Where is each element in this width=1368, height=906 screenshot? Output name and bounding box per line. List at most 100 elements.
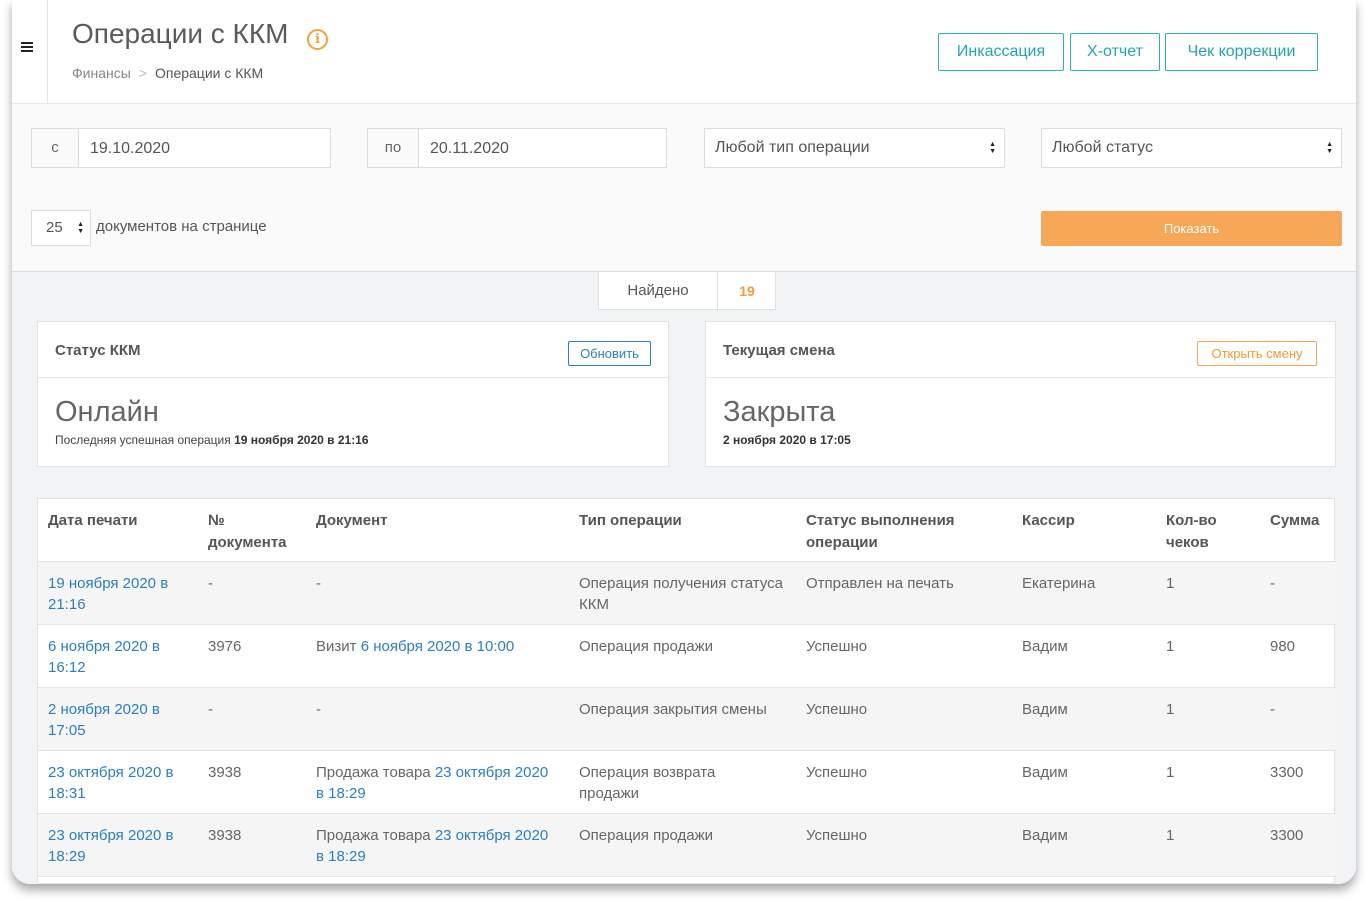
row-doc-number: 3976 bbox=[208, 638, 242, 655]
operation-type-value: Любой тип операции bbox=[715, 139, 870, 156]
date-to-prefix: по bbox=[368, 129, 419, 167]
row-document: - bbox=[316, 573, 566, 594]
select-arrows-icon: ▲ ▼ bbox=[989, 141, 996, 155]
date-to-field[interactable]: по 20.11.2020 bbox=[367, 128, 667, 168]
info-icon[interactable]: i bbox=[307, 29, 328, 50]
row-sum: 980 bbox=[1270, 638, 1296, 655]
row-doc-number: 3938 bbox=[208, 827, 242, 844]
x-report-button[interactable]: X-отчет bbox=[1070, 33, 1160, 71]
row-check-count: 1 bbox=[1166, 638, 1175, 655]
date-from-value[interactable]: 19.10.2020 bbox=[90, 129, 170, 169]
row-document-prefix: - bbox=[316, 701, 321, 718]
table-row[interactable]: 23 октября 2020 в 18:29 3938 Продажа тов… bbox=[38, 814, 1336, 877]
col-doc-number[interactable]: № документа bbox=[208, 510, 303, 554]
card-title: Статус ККМ bbox=[55, 342, 141, 359]
row-print-date[interactable]: 2 ноября 2020 в 17:05 bbox=[48, 699, 198, 741]
app-window: Операции с ККМ i Финансы > Операции с ККМ … bbox=[12, 0, 1356, 884]
table-header: Дата печати № документа Документ Тип опе… bbox=[38, 499, 1336, 562]
current-shift-card: Текущая смена Открыть смену Закрыта 2 но… bbox=[705, 321, 1336, 467]
content-area: Найдено 19 Статус ККМ Обновить Онлайн По… bbox=[12, 272, 1356, 884]
show-button[interactable]: Показать bbox=[1041, 211, 1342, 246]
row-operation-type: Операция возврата продажи bbox=[579, 764, 716, 802]
col-sum[interactable]: Сумма bbox=[1270, 510, 1330, 532]
row-check-count: 1 bbox=[1166, 764, 1175, 781]
open-shift-button[interactable]: Открыть смену bbox=[1197, 341, 1317, 366]
row-status: Успешно bbox=[806, 827, 868, 844]
card-title: Текущая смена bbox=[723, 342, 835, 359]
found-counter: Найдено 19 bbox=[598, 272, 776, 310]
row-operation-type: Операция закрытия смены bbox=[579, 701, 767, 718]
found-label: Найдено bbox=[599, 272, 718, 309]
table-row[interactable]: 23 октября 2020 в 18:31 3938 Продажа тов… bbox=[38, 751, 1336, 814]
incasso-button[interactable]: Инкассация bbox=[938, 33, 1064, 71]
select-arrows-icon: ▲ ▼ bbox=[1326, 141, 1333, 155]
col-check-count[interactable]: Кол-во чеков bbox=[1166, 510, 1246, 554]
row-document-prefix: Продажа товара bbox=[316, 827, 431, 844]
row-cashier: Вадим bbox=[1022, 638, 1068, 655]
row-document-prefix: - bbox=[316, 575, 321, 592]
row-operation-type: Операция продажи bbox=[579, 827, 714, 844]
per-page-value: 25 bbox=[46, 219, 63, 236]
col-status[interactable]: Статус выполнения операции bbox=[806, 510, 996, 554]
row-sum: 3300 bbox=[1270, 764, 1304, 781]
row-doc-number: - bbox=[208, 575, 213, 592]
row-print-date[interactable]: 23 октября 2020 в 18:31 bbox=[48, 762, 198, 804]
row-doc-number: 3938 bbox=[208, 764, 242, 781]
row-cashier: Екатерина bbox=[1022, 575, 1096, 592]
breadcrumb-root[interactable]: Финансы bbox=[72, 65, 131, 81]
table-row[interactable]: 2 ноября 2020 в 17:05 - - Операция закры… bbox=[38, 688, 1336, 751]
menu-column bbox=[12, 0, 48, 104]
correction-check-button[interactable]: Чек коррекции bbox=[1165, 33, 1318, 71]
row-status: Отправлен на печать bbox=[806, 575, 954, 592]
kkm-status-card: Статус ККМ Обновить Онлайн Последняя усп… bbox=[37, 321, 669, 467]
row-status: Успешно bbox=[806, 638, 868, 655]
col-cashier[interactable]: Кассир bbox=[1022, 510, 1142, 532]
row-print-date[interactable]: 23 октября 2020 в 18:29 bbox=[48, 825, 198, 867]
filters-panel: с 19.10.2020 по 20.11.2020 Любой тип опе… bbox=[12, 104, 1356, 272]
kkm-state: Онлайн bbox=[55, 396, 159, 428]
row-sum: - bbox=[1270, 575, 1275, 592]
row-print-date[interactable]: 19 ноября 2020 в 21:16 bbox=[48, 573, 198, 615]
kkm-last-operation: Последняя успешная операция 19 ноября 20… bbox=[55, 433, 369, 447]
date-from-field[interactable]: с 19.10.2020 bbox=[31, 128, 331, 168]
row-cashier: Вадим bbox=[1022, 701, 1068, 718]
page-header: Операции с ККМ i Финансы > Операции с ККМ … bbox=[12, 0, 1356, 104]
row-document: Продажа товара 23 октября 2020 в 18:29 bbox=[316, 825, 556, 867]
card-header: Статус ККМ Обновить bbox=[38, 322, 668, 378]
shift-date: 2 ноября 2020 в 17:05 bbox=[723, 433, 851, 447]
row-document-prefix: Продажа товара bbox=[316, 764, 431, 781]
page-title: Операции с ККМ bbox=[72, 18, 289, 49]
table-row[interactable]: 6 ноября 2020 в 16:12 3976 Визит 6 ноябр… bbox=[38, 625, 1336, 688]
breadcrumb: Финансы > Операции с ККМ bbox=[72, 65, 263, 81]
row-sum: - bbox=[1270, 701, 1275, 718]
hamburger-menu-icon[interactable] bbox=[21, 42, 33, 52]
row-status: Успешно bbox=[806, 764, 868, 781]
refresh-button[interactable]: Обновить bbox=[568, 341, 651, 366]
date-from-prefix: с bbox=[32, 129, 79, 167]
shift-closed-date: 2 ноября 2020 в 17:05 bbox=[723, 433, 851, 447]
row-status: Успешно bbox=[806, 701, 868, 718]
col-document[interactable]: Документ bbox=[316, 510, 566, 532]
breadcrumb-current: Операции с ККМ bbox=[154, 65, 264, 81]
row-operation-type: Операция продажи bbox=[579, 638, 714, 655]
per-page-label: документов на странице bbox=[96, 218, 267, 235]
col-operation-type[interactable]: Тип операции bbox=[579, 510, 789, 532]
row-document-prefix: Визит bbox=[316, 638, 357, 655]
row-cashier: Вадим bbox=[1022, 827, 1068, 844]
date-to-value[interactable]: 20.11.2020 bbox=[430, 129, 509, 169]
operation-type-select[interactable]: Любой тип операции ▲ ▼ bbox=[704, 128, 1005, 168]
table-row[interactable]: 19 ноября 2020 в 21:16 - - Операция полу… bbox=[38, 562, 1336, 625]
shift-state: Закрыта bbox=[723, 396, 836, 428]
col-print-date[interactable]: Дата печати bbox=[48, 510, 198, 532]
breadcrumb-separator: > bbox=[138, 65, 147, 81]
row-print-date[interactable]: 6 ноября 2020 в 16:12 bbox=[48, 636, 198, 678]
row-document: Визит 6 ноября 2020 в 10:00 bbox=[316, 636, 566, 657]
row-check-count: 1 bbox=[1166, 827, 1175, 844]
row-sum: 3300 bbox=[1270, 827, 1304, 844]
row-check-count: 1 bbox=[1166, 575, 1175, 592]
status-select[interactable]: Любой статус ▲ ▼ bbox=[1041, 128, 1342, 168]
operations-table: Дата печати № документа Документ Тип опе… bbox=[37, 498, 1336, 884]
row-document-link[interactable]: 6 ноября 2020 в 10:00 bbox=[361, 638, 515, 655]
per-page-select[interactable]: 25 ▲ ▼ bbox=[31, 210, 91, 246]
row-doc-number: - bbox=[208, 701, 213, 718]
